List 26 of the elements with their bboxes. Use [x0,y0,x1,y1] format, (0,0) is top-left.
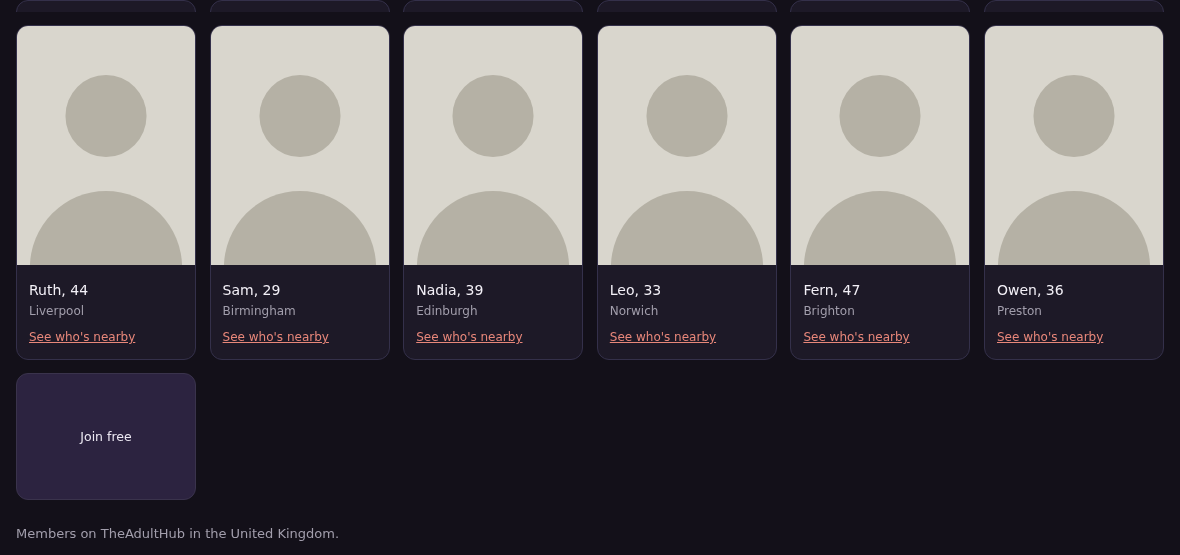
member-name: Sam, 29 [222,281,281,299]
member-city: Edinburgh [416,303,478,319]
nearby-link[interactable]: See who's nearby [222,329,329,345]
profile-card[interactable]: Owen, 36 Preston See who's nearby [984,25,1164,360]
member-city: Liverpool [29,303,85,319]
member-city: Birmingham [222,303,296,319]
nearby-link[interactable]: See who's nearby [609,329,717,345]
nearby-link[interactable]: See who's nearby [803,329,910,345]
member-city: Norwich [609,303,659,319]
nearby-link[interactable]: See who's nearby [416,329,523,345]
profile-card[interactable]: Nadia, 39 Edinburgh See who's nearby [403,25,584,360]
profile-card[interactable]: Leo, 33 Norwich See who's nearby [596,25,777,360]
nearby-link[interactable]: See who's nearby [997,329,1104,345]
nearby-link[interactable]: See who's nearby [29,329,136,345]
footer-text: Members on TheAdultHub in the United Kingdom. [16,525,341,543]
profile-card[interactable]: Ruth, 44 Liverpool See who's nearby [16,25,196,360]
member-name: Fern, 47 [803,281,861,299]
member-name: Owen, 36 [997,281,1064,299]
member-city: Brighton [803,303,855,319]
member-city: Preston [997,303,1042,319]
profile-card[interactable]: Fern, 47 Brighton See who's nearby [790,25,971,360]
join-free-button[interactable]: Join free [16,373,196,500]
member-name: Ruth, 44 [29,281,89,299]
member-name: Nadia, 39 [416,281,484,299]
profile-card[interactable]: Sam, 29 Birmingham See who's nearby [209,25,390,360]
member-name: Leo, 33 [609,281,662,299]
